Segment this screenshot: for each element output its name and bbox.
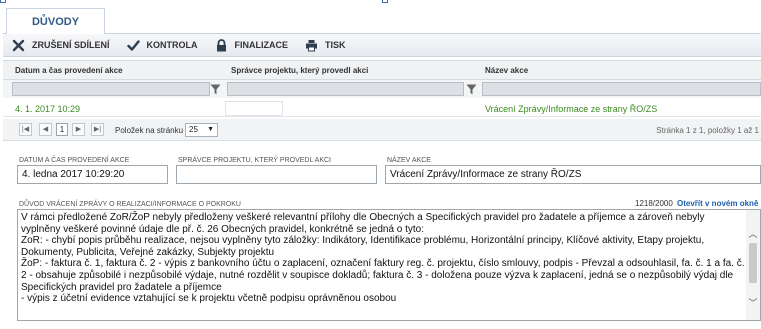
reason-textarea[interactable]: V rámci předložené ZoR/ŽoP nebyly předlo…	[17, 209, 761, 321]
selection-handle-left	[0, 0, 6, 3]
cancel-sharing-button[interactable]: ZRUŠENÍ SDÍLENÍ	[3, 34, 118, 57]
column-header-action[interactable]: Název akce	[485, 66, 528, 75]
current-page[interactable]: 1	[56, 123, 68, 136]
pager-info: Stránka 1 z 1, položky 1 až 1	[656, 126, 759, 135]
filter-funnel-icon[interactable]	[464, 82, 478, 96]
prev-page-button[interactable]: ◀	[39, 123, 52, 136]
finalize-button[interactable]: FINALIZACE	[206, 34, 297, 57]
action-label: NÁZEV AKCE	[387, 157, 431, 164]
scroll-up-icon[interactable]: ︿	[746, 227, 760, 241]
dropdown-arrow-icon: ▼	[207, 126, 214, 133]
last-page-button[interactable]: ▶|	[91, 123, 104, 136]
checkmark-icon	[126, 39, 140, 52]
finalize-label: FINALIZACE	[234, 40, 289, 50]
toolbar: ZRUŠENÍ SDÍLENÍ KONTROLA FINALIZACE TISK	[3, 34, 761, 57]
reason-text: V rámci předložené ZoR/ŽoP nebyly předlo…	[21, 212, 745, 305]
grid-header: Datum a čas provedení akce Správce proje…	[3, 60, 761, 80]
filter-action-input[interactable]	[482, 82, 761, 96]
print-label: TISK	[325, 40, 346, 50]
filter-funnel-icon[interactable]	[208, 82, 222, 96]
open-in-new-window-link[interactable]: Otevřít v novém okně	[677, 199, 761, 208]
selection-handle-right	[382, 0, 388, 3]
manager-field[interactable]	[176, 165, 377, 184]
filter-manager-input[interactable]	[227, 82, 464, 96]
check-button[interactable]: KONTROLA	[118, 34, 206, 57]
column-header-manager[interactable]: Správce projektu, který provedl akci	[231, 66, 368, 75]
next-page-button[interactable]: ▶	[72, 123, 85, 136]
column-header-date[interactable]: Datum a čas provedení akce	[15, 66, 123, 75]
check-label: KONTROLA	[146, 40, 198, 50]
date-field[interactable]: 4. ledna 2017 10:29:20	[17, 165, 168, 184]
pager: |◀ ◀ 1 ▶ ▶| Položek na stránku 25 ▼ Strá…	[3, 119, 761, 141]
cell-action: Vrácení Zprávy/Informace ze strany ŘO/ZS	[485, 104, 658, 114]
filter-date-input[interactable]	[12, 82, 210, 96]
manager-label: SPRÁVCE PROJEKTU, KTERÝ PROVEDL AKCI	[178, 157, 332, 164]
items-per-page-select[interactable]: 25 ▼	[185, 123, 218, 137]
lock-icon	[215, 38, 228, 52]
reason-label: DŮVOD VRÁCENÍ ZPRÁVY O REALIZACI/INFORMA…	[19, 201, 241, 208]
date-label: DATUM A ČAS PROVEDENÍ AKCE	[19, 157, 130, 164]
first-page-button[interactable]: |◀	[19, 123, 32, 136]
table-row[interactable]: 4. 1. 2017 10:29 Vrácení Zprávy/Informac…	[3, 100, 761, 117]
filter-row	[3, 80, 761, 98]
items-per-page-label: Položek na stránku	[115, 126, 184, 135]
textarea-scrollbar[interactable]: ︿ ﹀	[746, 210, 760, 320]
print-button[interactable]: TISK	[296, 34, 354, 57]
scrollbar-thumb[interactable]	[749, 243, 757, 283]
scroll-down-icon[interactable]: ﹀	[746, 296, 760, 310]
cell-date: 4. 1. 2017 10:29	[15, 104, 81, 114]
tab-strip: DŮVODY VRÁCENÍ	[3, 3, 761, 54]
tab-return-reasons[interactable]: DŮVODY VRÁCENÍ	[6, 8, 105, 54]
items-per-page-value: 25	[189, 125, 198, 134]
action-field[interactable]: Vrácení Zprávy/Informace ze strany ŘO/ZS	[385, 165, 761, 184]
cancel-sharing-label: ZRUŠENÍ SDÍLENÍ	[32, 40, 110, 50]
close-icon	[12, 39, 25, 52]
printer-icon	[305, 39, 318, 52]
cell-manager-redacted	[225, 101, 283, 116]
char-counter: 1218/2000	[635, 199, 673, 208]
